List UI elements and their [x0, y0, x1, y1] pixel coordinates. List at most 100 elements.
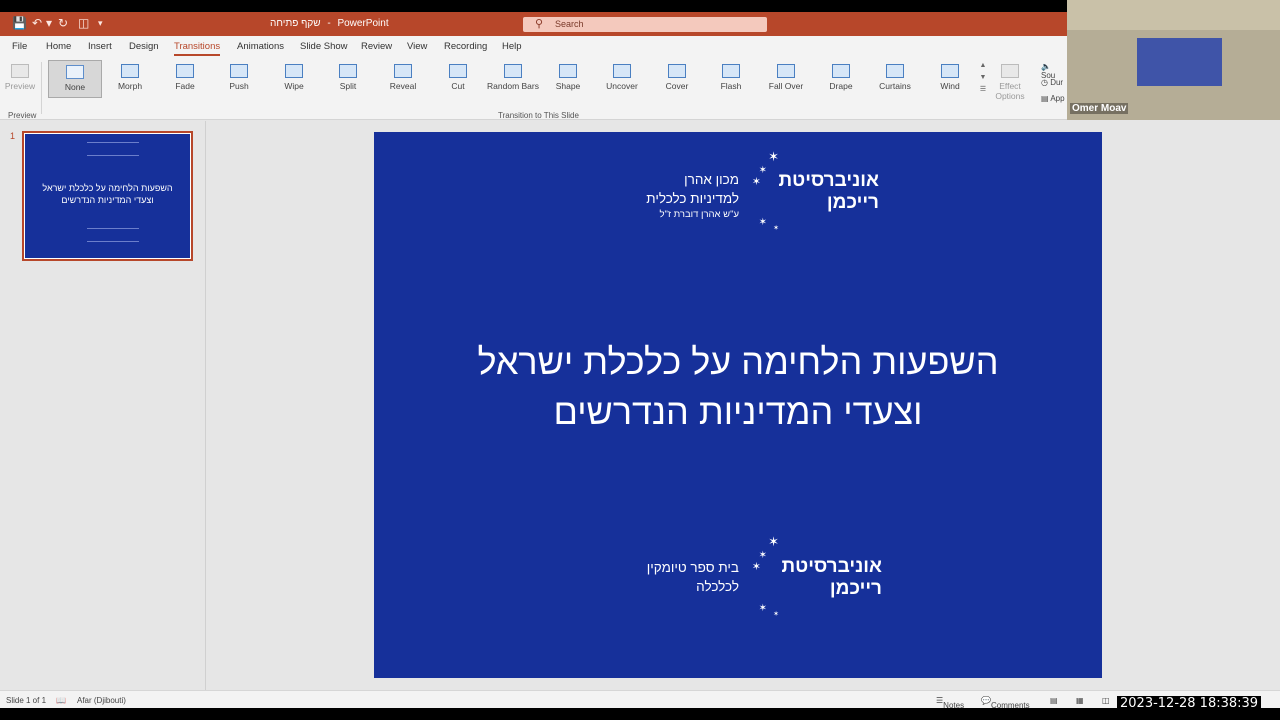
apply-to-all-button[interactable]: ▤ App: [1041, 94, 1065, 103]
app-name: PowerPoint: [337, 18, 389, 29]
transition-push[interactable]: Push: [212, 60, 266, 98]
transition-shape[interactable]: Shape: [541, 60, 595, 98]
search-box[interactable]: ⚲ Search: [523, 17, 767, 32]
recording-timestamp: 2023-12-28 18:38:39: [1117, 696, 1262, 711]
apply-label: App: [1050, 94, 1065, 103]
effect-options-label-2: Options: [995, 91, 1025, 101]
transition-cover[interactable]: Cover: [650, 60, 704, 98]
transition-label: None: [64, 82, 86, 92]
present-icon[interactable]: ◫: [78, 16, 89, 30]
top-university-name: אוניברסיטת רייכמן: [779, 170, 880, 214]
institute-line1: מכון אהרן: [684, 172, 739, 187]
effect-options-button[interactable]: Effect Options: [990, 60, 1030, 101]
tab-review[interactable]: Review: [361, 41, 392, 52]
tab-home[interactable]: Home: [46, 41, 71, 52]
transition-fall-over[interactable]: Fall Over: [759, 60, 813, 98]
search-placeholder: Search: [555, 19, 584, 29]
transition-curtains[interactable]: Curtains: [868, 60, 922, 98]
institute-line3: ע"ש אהרן דוברת ז"ל: [659, 209, 739, 220]
group-divider: [41, 62, 42, 114]
transition-none[interactable]: None: [48, 60, 102, 98]
participant-name: Omer Moav: [1070, 103, 1129, 114]
transition-flash[interactable]: Flash: [704, 60, 758, 98]
transition-random-bars[interactable]: Random Bars: [486, 60, 540, 98]
powerpoint-window: 💾 ↶ ▾ ↻ ◫ ▾ שקף פתיחה - PowerPoint ⚲ Sea…: [0, 0, 1280, 720]
transition-label: Drape: [829, 81, 853, 91]
transition-label: Wipe: [284, 81, 304, 91]
slide-sorter-icon[interactable]: ▦: [1076, 696, 1084, 705]
transition-label: Fade: [175, 81, 195, 91]
wind-transition-icon: [941, 64, 959, 78]
gallery-down-icon[interactable]: ▼: [978, 72, 988, 84]
star-icon: ✶: [773, 225, 779, 232]
cut-transition-icon: [449, 64, 467, 78]
slide[interactable]: אוניברסיטת רייכמן ✶ ✶ ✶ ✶ ✶ מכון אהרן למ…: [374, 132, 1102, 678]
tab-animations[interactable]: Animations: [237, 41, 284, 52]
star-icon: ✶: [768, 149, 779, 164]
thumbnail-top-logo: [87, 142, 139, 156]
title-bar: 💾 ↶ ▾ ↻ ◫ ▾ שקף פתיחה - PowerPoint ⚲ Sea…: [0, 12, 1067, 36]
thumbnail-title-line1: השפעות הלחימה על כלכלת ישראל: [42, 183, 173, 193]
transition-wind[interactable]: Wind: [923, 60, 977, 98]
effect-options-label-1: Effect: [999, 81, 1021, 91]
transition-wipe[interactable]: Wipe: [267, 60, 321, 98]
transition-morph[interactable]: Morph: [103, 60, 157, 98]
bottom-uni-line1: אוניברסיטת: [781, 556, 883, 577]
bottom-university-name: אוניברסיטת רייכמן: [782, 556, 883, 600]
thumbnail-number: 1: [10, 131, 16, 141]
transition-fade[interactable]: Fade: [158, 60, 212, 98]
gallery-more-icon[interactable]: ☰: [978, 84, 988, 96]
transitions-group-label: Transition to This Slide: [498, 111, 579, 120]
webcam-overlay: Omer Moav: [1067, 0, 1280, 120]
drape-transition-icon: [832, 64, 850, 78]
tab-recording[interactable]: Recording: [444, 41, 487, 52]
redo-icon[interactable]: ↻: [58, 16, 68, 30]
thumbnail-title-line2: וצעדי המדיניות הנדרשים: [61, 195, 154, 205]
preview-button[interactable]: Preview: [0, 60, 40, 98]
transition-cut[interactable]: Cut: [431, 60, 485, 98]
preview-group-label: Preview: [8, 111, 37, 120]
transition-label: Uncover: [606, 81, 638, 91]
transition-split[interactable]: Split: [321, 60, 375, 98]
gallery-scroll[interactable]: ▲ ▼ ☰: [978, 60, 988, 100]
tab-file[interactable]: File: [12, 41, 27, 52]
language-indicator[interactable]: Afar (Djibouti): [77, 696, 126, 705]
top-logo-block: אוניברסיטת רייכמן ✶ ✶ ✶ ✶ ✶ מכון אהרן למ…: [599, 146, 879, 236]
accessibility-icon[interactable]: 📖: [56, 696, 66, 705]
tab-slide-show[interactable]: Slide Show: [300, 41, 348, 52]
transition-label: Random Bars: [487, 81, 539, 91]
flash-transition-icon: [722, 64, 740, 78]
tab-design[interactable]: Design: [129, 41, 159, 52]
transition-label: Reveal: [389, 81, 417, 91]
tab-view[interactable]: View: [407, 41, 427, 52]
transition-drape[interactable]: Drape: [814, 60, 868, 98]
transition-label: Push: [229, 81, 249, 91]
transition-uncover[interactable]: Uncover: [595, 60, 649, 98]
reveal-transition-icon: [394, 64, 412, 78]
title-separator: -: [327, 18, 331, 29]
duration-control[interactable]: ◷ Dur: [1041, 78, 1063, 87]
tab-transitions[interactable]: Transitions: [174, 41, 221, 56]
slide-title[interactable]: השפעות הלחימה על כלכלת ישראל וצעדי המדינ…: [374, 337, 1102, 437]
tab-help[interactable]: Help: [502, 41, 522, 52]
star-icon: ✶: [758, 217, 767, 228]
undo-dropdown-icon[interactable]: ▾: [46, 16, 52, 30]
comments-button[interactable]: 💬 Comments: [981, 696, 1030, 710]
transition-reveal[interactable]: Reveal: [376, 60, 430, 98]
save-icon[interactable]: 💾: [12, 16, 27, 30]
normal-view-icon[interactable]: ▤: [1050, 696, 1058, 705]
institute-line2: למדיניות כלכלית: [646, 191, 739, 206]
wipe-transition-icon: [285, 64, 303, 78]
bottom-black-bar: [0, 708, 1280, 720]
slide-thumbnail[interactable]: השפעות הלחימה על כלכלת ישראל וצעדי המדינ…: [22, 131, 193, 261]
reading-view-icon[interactable]: ◫: [1102, 696, 1110, 705]
gallery-up-icon[interactable]: ▲: [978, 60, 988, 72]
video-projector-screen: [1137, 38, 1222, 86]
bottom-logo-block: אוניברסיטת רייכמן ✶ ✶ ✶ ✶ ✶ בית ספר טיומ…: [599, 532, 882, 622]
customize-toolbar-icon[interactable]: ▾: [98, 18, 103, 29]
transition-label: Flash: [720, 81, 742, 91]
tab-insert[interactable]: Insert: [88, 41, 112, 52]
undo-icon[interactable]: ↶: [32, 16, 42, 30]
notes-button[interactable]: ☰ Notes: [936, 696, 964, 710]
slide-title-line1: השפעות הלחימה על כלכלת ישראל: [477, 341, 999, 382]
